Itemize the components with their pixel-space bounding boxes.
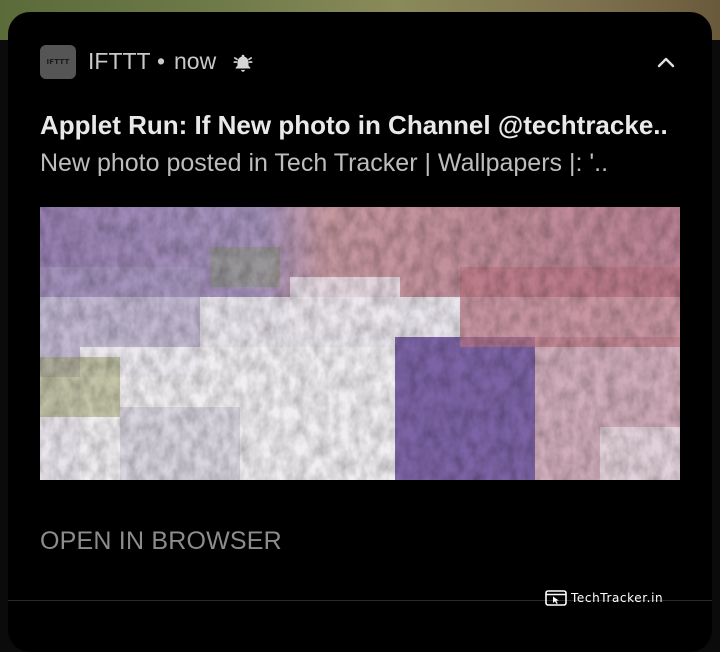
browser-cursor-icon [545, 590, 567, 606]
watermark-text: TechTracker.in [571, 591, 664, 605]
app-name: IFTTT [88, 48, 151, 74]
bell-icon [233, 54, 253, 72]
notification-body: New photo posted in Tech Tracker | Wallp… [40, 149, 609, 177]
watermark: TechTracker.in [545, 588, 663, 608]
open-in-browser-button[interactable]: OPEN IN BROWSER [40, 527, 282, 556]
header-separator: • [157, 48, 166, 74]
notification-time: now [174, 48, 217, 74]
photo-preview[interactable] [40, 207, 680, 480]
ifttt-app-icon: IFTTT [40, 45, 76, 79]
app-icon-label: IFTTT [46, 58, 70, 66]
chevron-up-icon[interactable] [655, 54, 677, 70]
notification-title: Applet Run: If New photo in Channel @tec… [40, 110, 668, 140]
